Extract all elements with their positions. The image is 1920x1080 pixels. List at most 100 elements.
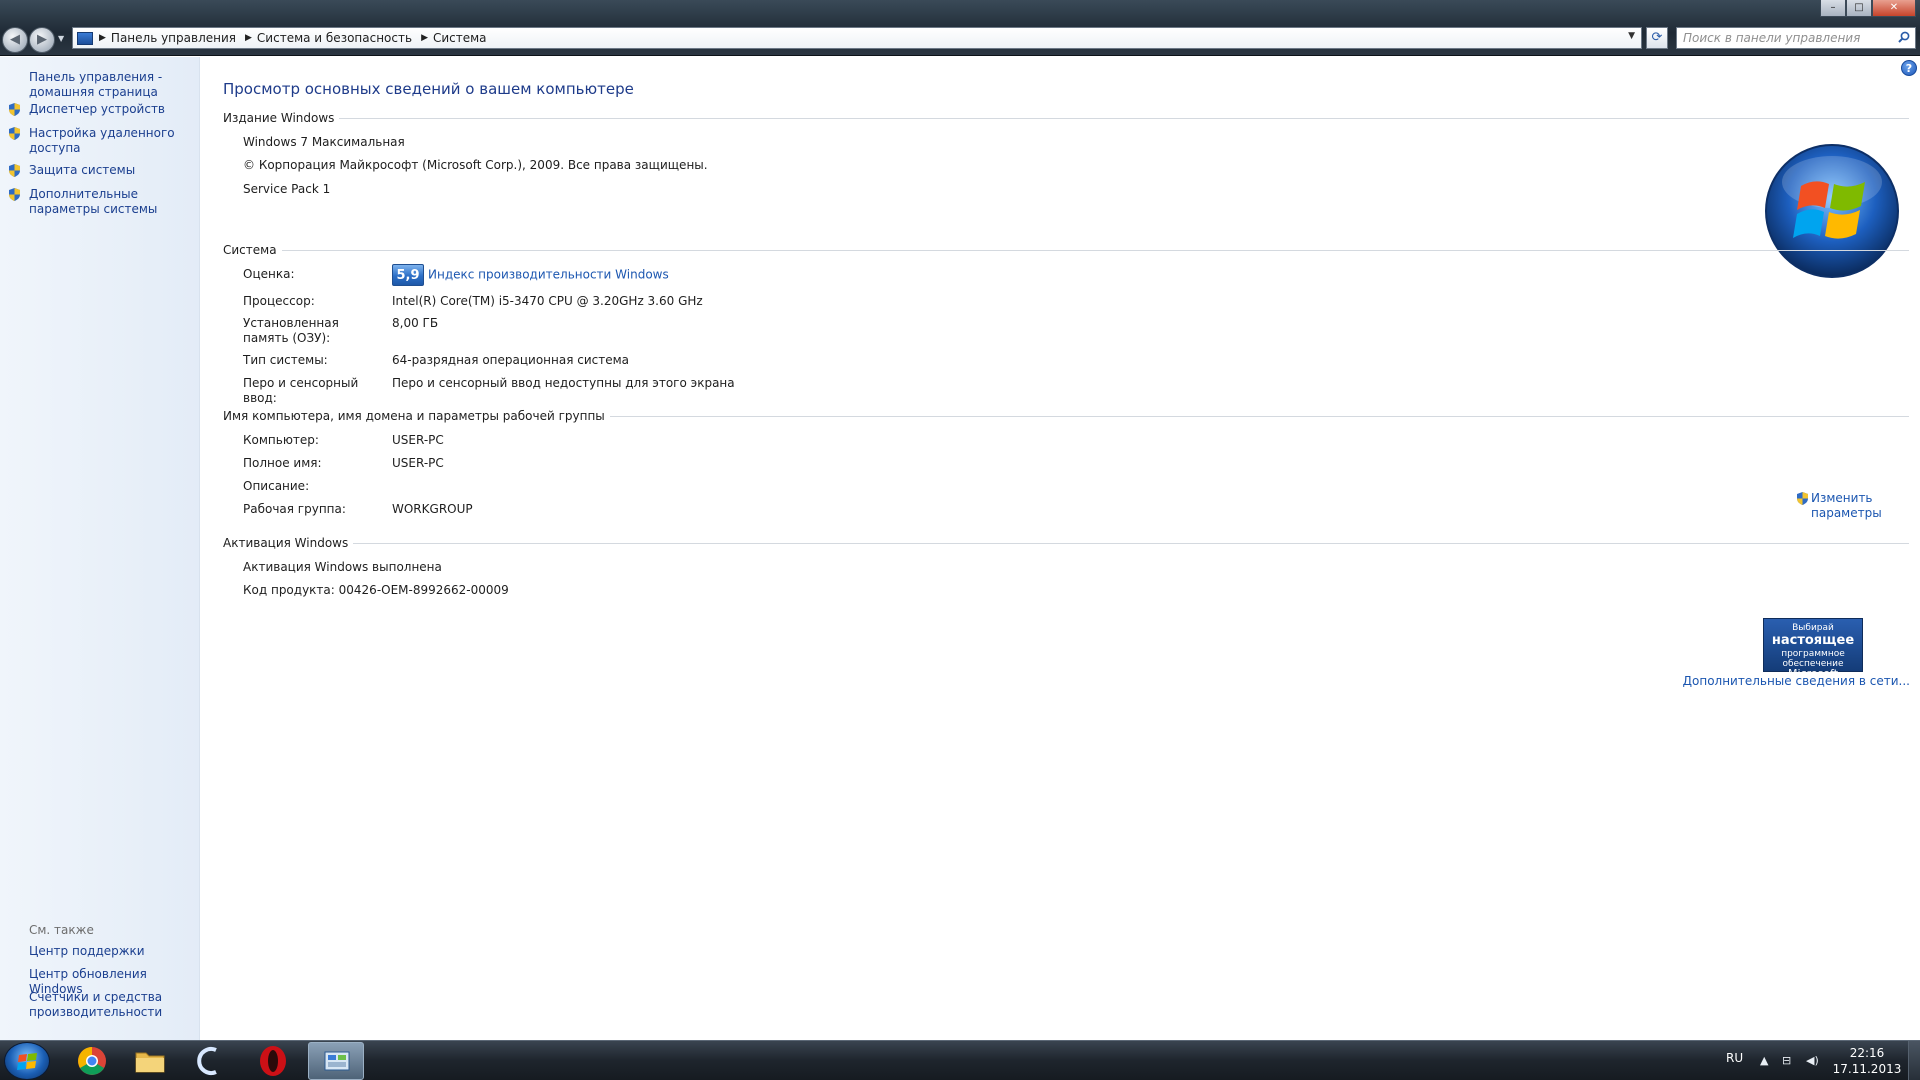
product-key-value: 00426-OEM-8992662-00009	[338, 583, 509, 597]
ram-label: Установленная память (ОЗУ):	[243, 316, 339, 345]
ram-value: 8,00 ГБ	[392, 316, 439, 330]
chevron-right-icon[interactable]: ▶	[243, 33, 254, 43]
window-titlebar: – □ ✕ ◀ ▶ ▼ ▶ Панель управления ▶ Систем…	[0, 0, 1920, 56]
main-content: ? Просмотр основных сведений о вашем ком…	[201, 57, 1920, 1040]
genuine-microsoft-badge[interactable]: Выбирай настоящее программное обеспечени…	[1763, 618, 1863, 679]
system-type-label: Тип системы:	[243, 353, 328, 367]
search-box[interactable]	[1676, 27, 1916, 49]
taskbar-control-panel[interactable]	[308, 1042, 364, 1080]
remote-settings-link[interactable]: Настройка удаленного доступа	[29, 126, 197, 156]
cpu-label: Процессор:	[243, 294, 315, 308]
volume-icon[interactable]: ◀)	[1806, 1054, 1819, 1067]
divider	[609, 415, 1909, 417]
change-settings-link[interactable]: Изменить параметры	[1811, 491, 1901, 521]
start-button[interactable]	[4, 1042, 50, 1080]
folder-icon	[135, 1052, 165, 1073]
workgroup-label: Рабочая группа:	[243, 502, 346, 516]
maximize-button[interactable]: □	[1846, 0, 1872, 17]
full-name-value: USER-PC	[392, 456, 444, 470]
advanced-settings-link[interactable]: Дополнительные параметры системы	[29, 187, 197, 217]
shield-icon	[9, 103, 20, 116]
show-hidden-icons-icon[interactable]: ▲	[1760, 1054, 1768, 1067]
show-desktop-button[interactable]	[1908, 1041, 1920, 1080]
taskbar-chrome[interactable]	[64, 1042, 120, 1080]
chevron-down-icon[interactable]: ▼	[1628, 31, 1635, 41]
shield-icon	[9, 188, 20, 201]
close-button[interactable]: ✕	[1872, 0, 1916, 17]
breadcrumb-system[interactable]: Система	[430, 31, 494, 45]
see-also-heading: См. также	[29, 923, 94, 937]
shield-icon	[1797, 492, 1808, 505]
windows-flag-icon	[17, 1053, 37, 1070]
minimize-button[interactable]: –	[1820, 0, 1846, 17]
computer-name-label: Компьютер:	[243, 433, 319, 447]
genuine-line-1: Выбирай	[1792, 623, 1834, 633]
taskbar-explorer[interactable]	[122, 1042, 178, 1080]
more-info-online-link[interactable]: Дополнительные сведения в сети...	[1683, 674, 1910, 689]
rating-label: Оценка:	[243, 267, 295, 281]
product-key-row: Код продукта: 00426-OEM-8992662-00009	[243, 583, 509, 598]
action-center-link[interactable]: Центр поддержки	[29, 944, 197, 959]
performance-tools-link[interactable]: Счетчики и средства производительности	[29, 990, 197, 1020]
edition-name: Windows 7 Максимальная	[243, 135, 405, 149]
network-icon[interactable]: ⊟	[1782, 1054, 1791, 1067]
genuine-line-3: программное обеспечение	[1781, 649, 1845, 669]
workgroup-value: WORKGROUP	[392, 502, 473, 516]
rating-row: 5,9 Индекс производительности Windows	[392, 264, 669, 286]
refresh-button[interactable]: ⟳	[1646, 27, 1668, 49]
section-edition-heading: Издание Windows	[223, 111, 1909, 125]
product-key-label: Код продукта:	[243, 583, 335, 597]
address-bar[interactable]: ▶ Панель управления ▶ Система и безопасн…	[72, 27, 1642, 49]
breadcrumb-control-panel[interactable]: Панель управления	[108, 31, 243, 45]
divider	[353, 542, 1909, 544]
clock-date: 17.11.2013	[1832, 1062, 1902, 1076]
app-c-icon	[197, 1047, 217, 1075]
divider	[281, 249, 1909, 251]
control-panel-icon	[77, 31, 93, 45]
wei-link[interactable]: Индекс производительности Windows	[428, 268, 669, 282]
edition-copyright: © Корпорация Майкрософт (Microsoft Corp.…	[243, 158, 708, 172]
service-pack: Service Pack 1	[243, 182, 331, 196]
pen-touch-value: Перо и сенсорный ввод недоступны для это…	[392, 376, 735, 390]
genuine-line-2: настоящее	[1771, 633, 1855, 648]
chevron-right-icon[interactable]: ▶	[419, 33, 430, 43]
forward-button[interactable]: ▶	[29, 27, 55, 53]
clock-time: 22:16	[1849, 1046, 1885, 1060]
section-activation-heading: Активация Windows	[223, 536, 1909, 550]
taskbar: RU ▲ ⊟ ◀) 22:16 17.11.2013	[0, 1040, 1920, 1080]
control-panel-home-link[interactable]: Панель управления - домашняя страница	[29, 70, 197, 100]
recent-pages-dropdown[interactable]: ▼	[58, 34, 64, 43]
shield-icon	[9, 164, 20, 177]
control-panel-icon	[324, 1051, 350, 1071]
section-edition-title: Издание Windows	[223, 111, 335, 125]
breadcrumb-system-security[interactable]: Система и безопасность	[254, 31, 419, 45]
wei-score-badge[interactable]: 5,9	[392, 264, 424, 286]
opera-icon	[260, 1046, 286, 1076]
left-task-pane: Панель управления - домашняя страница Ди…	[0, 57, 200, 1040]
device-manager-link[interactable]: Диспетчер устройств	[29, 102, 197, 117]
window-controls: – □ ✕	[1820, 0, 1916, 17]
search-input[interactable]	[1677, 31, 1887, 45]
pen-touch-label: Перо и сенсорный ввод:	[243, 376, 359, 405]
section-computer-heading: Имя компьютера, имя домена и параметры р…	[223, 409, 1909, 423]
description-label: Описание:	[243, 479, 310, 493]
computer-name-value: USER-PC	[392, 433, 444, 447]
taskbar-app-c[interactable]	[180, 1042, 236, 1080]
chrome-icon	[78, 1047, 106, 1075]
shield-icon	[9, 127, 20, 140]
cpu-value: Intel(R) Core(TM) i5-3470 CPU @ 3.20GHz …	[392, 294, 703, 308]
system-protection-link[interactable]: Защита системы	[29, 163, 197, 178]
section-computer-title: Имя компьютера, имя домена и параметры р…	[223, 409, 605, 423]
search-icon[interactable]	[1898, 31, 1910, 43]
section-system-heading: Система	[223, 243, 1909, 257]
page-title: Просмотр основных сведений о вашем компь…	[223, 80, 634, 98]
taskbar-opera[interactable]	[245, 1042, 301, 1080]
back-button[interactable]: ◀	[2, 27, 28, 53]
section-system-title: Система	[223, 243, 277, 257]
activation-status: Активация Windows выполнена	[243, 560, 442, 574]
windows-logo-icon	[1765, 144, 1899, 278]
help-icon[interactable]: ?	[1901, 60, 1917, 76]
chevron-right-icon[interactable]: ▶	[97, 33, 108, 43]
taskbar-clock[interactable]: 22:16 17.11.2013	[1832, 1045, 1902, 1077]
language-indicator[interactable]: RU	[1726, 1051, 1743, 1065]
